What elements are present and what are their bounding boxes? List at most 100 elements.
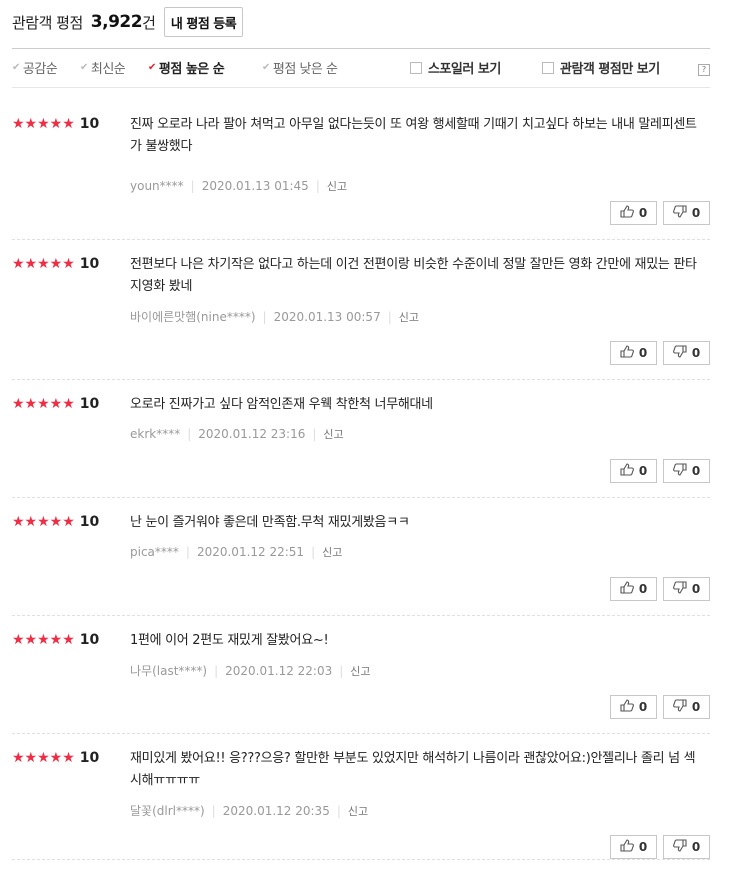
dislike-button[interactable]: 0 xyxy=(663,695,710,719)
sort-high-score[interactable]: ✔ 평점 높은 순 xyxy=(148,58,225,77)
thumbs-up-icon xyxy=(620,345,639,361)
dislike-count: 0 xyxy=(691,206,701,220)
thumbs-down-icon xyxy=(672,205,692,221)
star-rating-icon: ★★★★★ xyxy=(12,396,75,412)
vote-buttons: 00 xyxy=(610,577,710,601)
check-icon: ✔ xyxy=(148,62,156,73)
report-link[interactable]: 신고 xyxy=(399,309,419,325)
review-meta: 나무(last****) | 2020.01.12 22:03 | 신고 xyxy=(130,662,371,679)
review-item: ★★★★★ 10 재미있게 봤어요!! 응???으응? 할만한 부분도 있었지만 해… xyxy=(12,750,710,860)
review-score: ★★★★★ 10 xyxy=(12,632,99,648)
like-count: 0 xyxy=(638,464,648,478)
sort-latest[interactable]: ✔ 최신순 xyxy=(80,58,126,77)
review-meta: 바이에른맛햄(nine****) | 2020.01.13 00:57 | 신고 xyxy=(130,308,419,325)
star-rating-icon: ★★★★★ xyxy=(12,256,75,272)
thumbs-down-icon xyxy=(672,699,692,715)
report-link[interactable]: 신고 xyxy=(323,426,343,442)
sort-bar: ✔ 공감순 ✔ 최신순 ✔ 평점 높은 순 ✔ 평점 낮은 순 스포일러 보기 관람객 … xyxy=(12,48,710,88)
review-text: 오로라 진짜가고 싶다 암적인존재 우웩 착한척 너무해대네 xyxy=(130,397,433,412)
sort-label: 최신순 xyxy=(90,62,126,77)
review-user: 나무(last****) xyxy=(130,664,208,678)
like-button[interactable]: 0 xyxy=(610,577,657,601)
checkbox-icon xyxy=(410,61,422,74)
like-button[interactable]: 0 xyxy=(610,835,657,859)
divider: | xyxy=(312,427,317,441)
review-user: pica**** xyxy=(130,545,179,559)
review-item: ★★★★★ 10 오로라 진짜가고 싶다 암적인존재 우웩 착한척 너무해대네 ekr… xyxy=(12,396,710,498)
like-count: 0 xyxy=(638,840,648,854)
vote-buttons: 00 xyxy=(610,835,710,859)
review-score: ★★★★★ 10 xyxy=(12,396,99,412)
star-rating-icon: ★★★★★ xyxy=(12,750,75,766)
sort-label: 평점 높은 순 xyxy=(158,62,225,77)
like-button[interactable]: 0 xyxy=(610,695,657,719)
section-title: 관람객 평점 xyxy=(12,13,83,32)
like-button[interactable]: 0 xyxy=(610,201,657,225)
like-count: 0 xyxy=(638,346,648,360)
vote-buttons: 00 xyxy=(610,459,710,483)
review-date: 2020.01.12 20:35 xyxy=(222,803,330,818)
dislike-count: 0 xyxy=(691,700,701,714)
dislike-count: 0 xyxy=(691,582,701,596)
check-icon: ✔ xyxy=(80,62,88,73)
review-date: 2020.01.12 22:03 xyxy=(225,663,333,678)
divider: | xyxy=(211,803,216,818)
review-text: 진짜 오로라 나라 팔아 쳐먹고 아무일 없다는듯이 또 여왕 행세할때 기때기… xyxy=(130,117,697,154)
divider: | xyxy=(214,663,219,678)
score-value: 10 xyxy=(79,396,100,412)
dislike-button[interactable]: 0 xyxy=(663,341,710,365)
sort-label: 평점 낮은 순 xyxy=(272,62,338,77)
audience-only-toggle[interactable]: 관람객 평점만 보기 xyxy=(542,58,660,77)
like-count: 0 xyxy=(638,582,648,596)
report-link[interactable]: 신고 xyxy=(322,544,342,560)
review-count-unit: 건 xyxy=(142,13,156,32)
review-date: 2020.01.12 23:16 xyxy=(198,427,306,441)
review-meta: ekrk**** | 2020.01.12 23:16 | 신고 xyxy=(130,426,344,442)
help-icon[interactable]: ? xyxy=(698,64,710,76)
dislike-button[interactable]: 0 xyxy=(663,459,710,483)
divider: | xyxy=(190,179,195,193)
dislike-button[interactable]: 0 xyxy=(663,577,710,601)
score-value: 10 xyxy=(79,750,100,766)
dislike-button[interactable]: 0 xyxy=(663,835,710,859)
divider: | xyxy=(262,309,267,324)
star-rating-icon: ★★★★★ xyxy=(12,116,75,132)
review-score: ★★★★★ 10 xyxy=(12,514,99,530)
checkbox-icon xyxy=(542,61,554,74)
dislike-button[interactable]: 0 xyxy=(663,201,710,225)
thumbs-up-icon xyxy=(620,463,639,479)
register-rating-button[interactable]: 내 평점 등록 xyxy=(163,7,244,37)
divider: | xyxy=(311,545,316,559)
rating-header: 관람객 평점 3,922 건 내 평점 등록 xyxy=(12,6,244,38)
review-score: ★★★★★ 10 xyxy=(12,256,99,272)
thumbs-up-icon xyxy=(620,205,639,221)
like-count: 0 xyxy=(638,700,648,714)
review-text: 1편에 이어 2편도 재밌게 잘봤어요~! xyxy=(130,633,329,648)
divider: | xyxy=(315,179,320,193)
thumbs-down-icon xyxy=(672,463,692,479)
vote-buttons: 00 xyxy=(610,695,710,719)
review-count: 3,922 xyxy=(90,12,143,32)
report-link[interactable]: 신고 xyxy=(348,803,368,819)
review-item: ★★★★★ 10 전편보다 나은 차기작은 없다고 하는데 이건 전편이랑 비슷한 … xyxy=(12,256,710,380)
thumbs-up-icon xyxy=(620,699,639,715)
report-link[interactable]: 신고 xyxy=(350,663,370,679)
sort-sympathy[interactable]: ✔ 공감순 xyxy=(12,58,58,77)
spoiler-label: 스포일러 보기 xyxy=(428,62,501,77)
sort-low-score[interactable]: ✔ 평점 낮은 순 xyxy=(262,58,338,77)
review-text: 재미있게 봤어요!! 응???으응? 할만한 부분도 있었지만 해석하기 나름이… xyxy=(130,751,696,788)
thumbs-up-icon xyxy=(620,581,639,597)
review-score: ★★★★★ 10 xyxy=(12,116,99,132)
review-user: ekrk**** xyxy=(130,427,181,441)
like-button[interactable]: 0 xyxy=(610,341,657,365)
divider: | xyxy=(187,427,192,441)
like-count: 0 xyxy=(638,206,648,220)
like-button[interactable]: 0 xyxy=(610,459,657,483)
review-date: 2020.01.13 01:45 xyxy=(201,179,309,193)
report-link[interactable]: 신고 xyxy=(327,178,347,194)
vote-buttons: 00 xyxy=(610,341,710,365)
star-rating-icon: ★★★★★ xyxy=(12,514,75,530)
score-value: 10 xyxy=(79,632,100,648)
vote-buttons: 00 xyxy=(610,201,710,225)
spoiler-toggle[interactable]: 스포일러 보기 xyxy=(410,58,501,77)
